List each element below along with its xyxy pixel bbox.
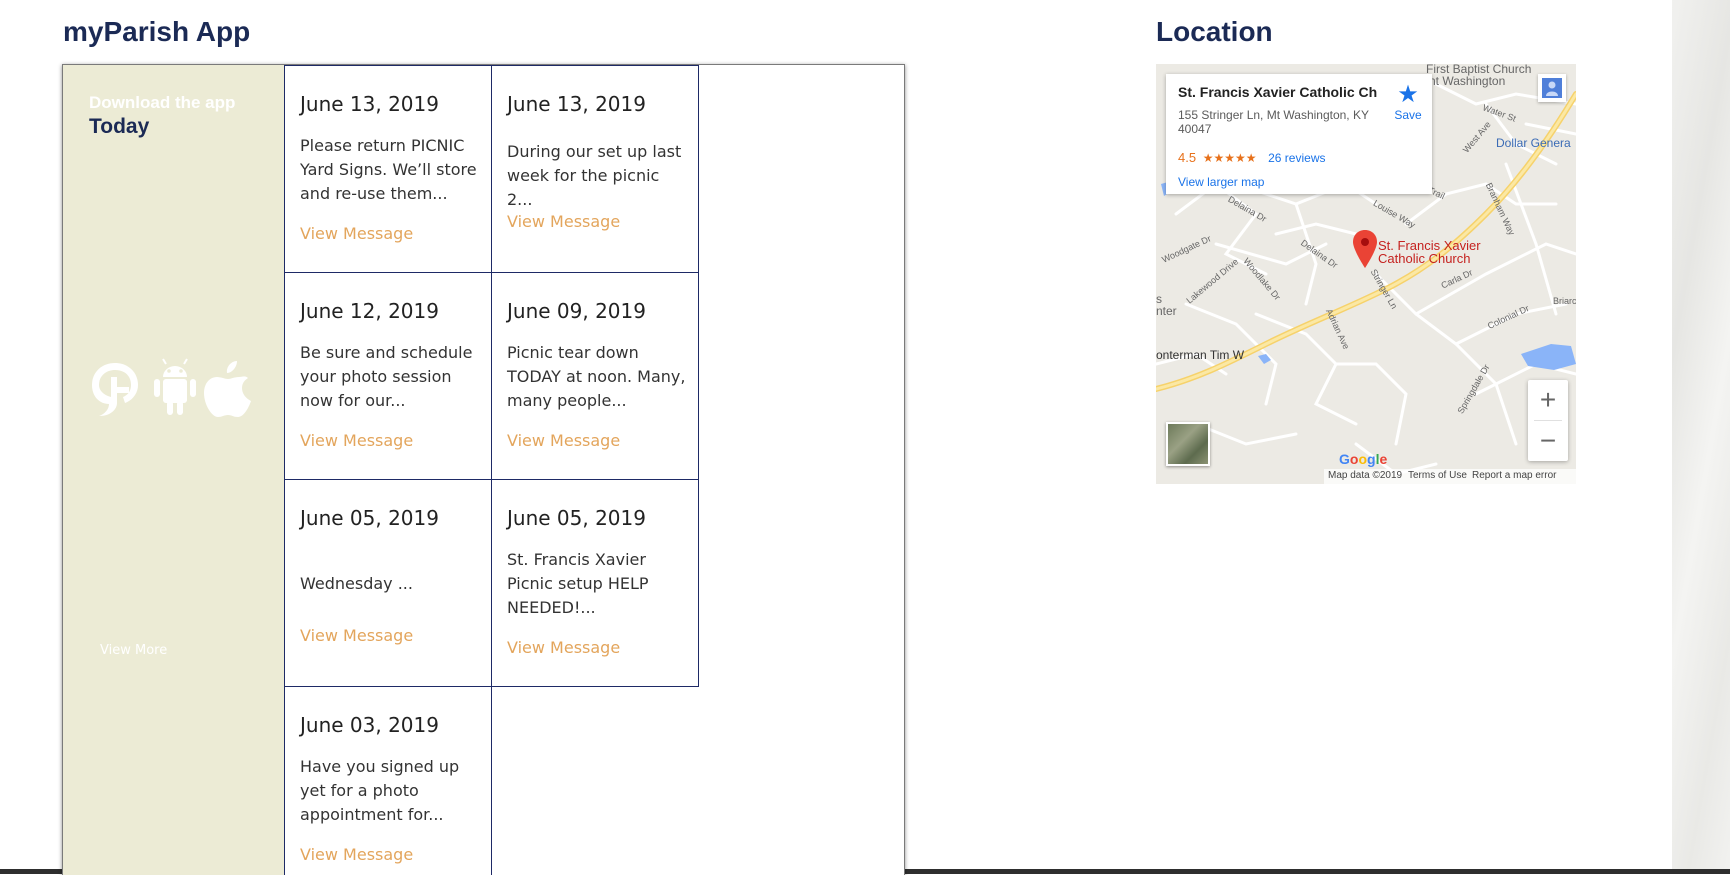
view-more-link[interactable]: View More bbox=[100, 643, 167, 658]
message-card: June 05, 2019 St. Francis Xavier Picnic … bbox=[491, 479, 699, 687]
map-street-label: nter bbox=[1156, 304, 1177, 318]
message-date: June 12, 2019 bbox=[300, 299, 439, 323]
message-card: June 05, 2019 Wednesday ... View Message bbox=[284, 479, 492, 687]
download-today-text: Today bbox=[89, 115, 150, 138]
place-name: St. Francis Xavier Catholic Ch... bbox=[1178, 84, 1378, 100]
reviews-link[interactable]: 26 reviews bbox=[1268, 151, 1325, 165]
report-map-error-link[interactable]: Report a map error bbox=[1472, 470, 1556, 481]
place-info-card: St. Francis Xavier Catholic Ch... 155 St… bbox=[1166, 74, 1432, 194]
message-text: Have you signed up yet for a photo appoi… bbox=[300, 757, 460, 824]
message-card: June 09, 2019 Picnic tear down TODAY at … bbox=[491, 272, 699, 480]
zoom-out-button[interactable]: − bbox=[1528, 421, 1568, 461]
map-street-label: nt Washington bbox=[1429, 74, 1506, 88]
pin-label: St. Francis Xavier Catholic Church bbox=[1378, 239, 1481, 265]
android-icon[interactable] bbox=[151, 357, 199, 419]
view-message-link[interactable]: View Message bbox=[300, 845, 413, 864]
save-button[interactable]: ★ Save bbox=[1390, 81, 1426, 123]
message-date: June 13, 2019 bbox=[300, 92, 439, 116]
myparish-widget: Download the app Today View More June 13… bbox=[62, 64, 905, 875]
view-message-link[interactable]: View Message bbox=[300, 431, 413, 450]
view-larger-map-link[interactable]: View larger map bbox=[1178, 175, 1264, 189]
message-card: June 12, 2019 Be sure and schedule your … bbox=[284, 272, 492, 480]
map-footer: Map data ©2019 Terms of Use Report a map… bbox=[1324, 469, 1576, 484]
message-text: St. Francis Xavier Picnic setup HELP NEE… bbox=[507, 550, 649, 617]
download-text: Download the app bbox=[89, 93, 236, 112]
view-message-link[interactable]: View Message bbox=[507, 638, 620, 657]
map-street-label: Briarc bbox=[1553, 296, 1576, 306]
myparish-heading: myParish App bbox=[63, 16, 251, 47]
message-date: June 05, 2019 bbox=[507, 506, 646, 530]
place-address: 155 Stringer Ln, Mt Washington, KY 40047 bbox=[1178, 108, 1369, 136]
message-text: Please return PICNIC Yard Signs. We’ll s… bbox=[300, 136, 477, 203]
message-card: June 13, 2019 During our set up last wee… bbox=[491, 65, 699, 273]
message-text: During our set up last week for the picn… bbox=[507, 142, 682, 209]
save-label: Save bbox=[1394, 108, 1422, 122]
pin-label-line2: Catholic Church bbox=[1378, 251, 1471, 266]
zoom-controls: + − bbox=[1528, 380, 1568, 461]
presto-icon[interactable] bbox=[89, 357, 147, 419]
map-pin-icon[interactable] bbox=[1353, 230, 1377, 268]
rating-value: 4.5 bbox=[1178, 150, 1197, 165]
message-text: Be sure and schedule your photo session … bbox=[300, 343, 473, 410]
message-card: June 13, 2019 Please return PICNIC Yard … bbox=[284, 65, 492, 273]
platform-icons bbox=[89, 357, 259, 419]
apple-icon[interactable] bbox=[201, 357, 255, 419]
map-street-label: Dollar Genera bbox=[1496, 136, 1571, 150]
satellite-toggle[interactable] bbox=[1166, 422, 1210, 466]
view-message-link[interactable]: View Message bbox=[507, 431, 620, 450]
message-date: June 03, 2019 bbox=[300, 713, 439, 737]
message-text: Wednesday ... bbox=[300, 574, 413, 593]
download-panel: Download the app Today View More bbox=[63, 65, 284, 875]
terms-of-use-link[interactable]: Terms of Use bbox=[1408, 470, 1467, 481]
location-heading: Location bbox=[1156, 16, 1273, 47]
message-date: June 05, 2019 bbox=[300, 506, 439, 530]
message-date: June 13, 2019 bbox=[507, 92, 646, 116]
location-map[interactable]: First Baptist Church nt Washington Dolla… bbox=[1156, 64, 1576, 484]
rating-stars-icon: ★★★★★ bbox=[1202, 151, 1257, 165]
view-message-link[interactable]: View Message bbox=[300, 626, 413, 645]
map-street-label: onterman Tim W bbox=[1156, 348, 1245, 362]
view-message-link[interactable]: View Message bbox=[507, 212, 620, 231]
view-message-link[interactable]: View Message bbox=[300, 224, 413, 243]
rating-row: 4.5 ★★★★★ 26 reviews bbox=[1178, 150, 1325, 165]
google-logo-icon: Google bbox=[1339, 451, 1388, 467]
star-icon: ★ bbox=[1397, 81, 1419, 108]
map-data-text: Map data ©2019 bbox=[1328, 470, 1403, 481]
message-card: June 03, 2019 Have you signed up yet for… bbox=[284, 686, 492, 875]
marble-background-edge bbox=[1672, 0, 1730, 874]
zoom-in-button[interactable]: + bbox=[1528, 380, 1568, 420]
message-text: Picnic tear down TODAY at noon. Many, ma… bbox=[507, 343, 686, 410]
pegman-icon[interactable] bbox=[1538, 74, 1566, 102]
message-date: June 09, 2019 bbox=[507, 299, 646, 323]
